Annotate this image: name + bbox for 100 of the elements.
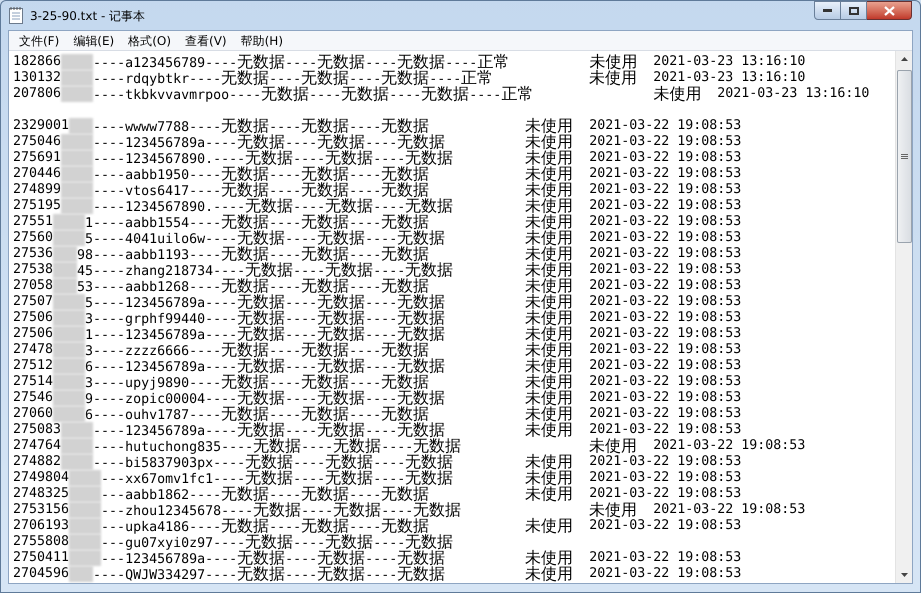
line-text: ----bi5837903px----无数据----无数据----无数据 — [93, 454, 454, 471]
menu-item[interactable]: 查看(V) — [178, 32, 234, 50]
redaction-mask — [61, 182, 94, 198]
timestamp-text: 2021-03-22 19:08:53 — [589, 230, 742, 246]
status-text: 未使用 — [589, 70, 638, 88]
vertical-scrollbar[interactable] — [895, 51, 912, 583]
redaction-mask — [69, 502, 102, 518]
timestamp-text: 2021-03-22 19:08:53 — [589, 406, 742, 422]
scrollbar-thumb[interactable] — [897, 70, 912, 243]
redaction-mask — [53, 342, 86, 358]
status-text: 未使用 — [525, 518, 574, 536]
line-text: ---upka4186----无数据----无数据----无数据 — [101, 518, 430, 535]
status-text: 未使用 — [525, 198, 574, 215]
line-text: 274899 — [13, 182, 62, 198]
line-text: ---gu07xyi0z97----无数据----无数据----无数据 — [101, 534, 454, 551]
line-text: 27506 — [13, 310, 54, 326]
redaction-mask — [53, 406, 86, 422]
line-text: 9----zopic00004----无数据----无数据----无数据 — [85, 390, 446, 407]
timestamp-text: 2021-03-22 19:08:53 — [589, 470, 742, 486]
status-text: 未使用 — [525, 166, 574, 183]
menu-item[interactable]: 编辑(E) — [66, 32, 122, 50]
line-text: 98----aabb1193----无数据----无数据----无数据 — [77, 246, 430, 263]
line-text: 27536 — [13, 246, 54, 262]
redaction-mask — [53, 246, 78, 262]
scroll-down-icon[interactable] — [900, 573, 908, 577]
menu-item[interactable]: 文件(F) — [12, 32, 66, 50]
timestamp-text: 2021-03-22 19:08:53 — [589, 550, 742, 566]
redaction-mask — [61, 422, 94, 438]
line-text: 275083 — [13, 422, 62, 438]
line-text: 27546 — [13, 390, 54, 406]
redaction-mask — [61, 134, 94, 150]
redaction-mask — [69, 470, 102, 486]
redaction-mask — [53, 390, 86, 406]
redaction-mask — [53, 230, 86, 246]
timestamp-text: 2021-03-22 19:08:53 — [589, 486, 742, 502]
line-text: 2750411 — [13, 550, 70, 566]
line-text: 3----grphf99440----无数据----无数据----无数据 — [85, 310, 446, 327]
line-text: 3----upyj9890----无数据----无数据----无数据 — [85, 374, 430, 391]
redaction-mask — [69, 518, 102, 534]
status-text: 未使用 — [525, 374, 574, 391]
redaction-mask — [61, 150, 94, 166]
line-text: ----123456789a----无数据----无数据----无数据 — [93, 134, 446, 151]
status-text: 未使用 — [525, 470, 574, 487]
line-text: ---123456789a----无数据----无数据----无数据 — [101, 550, 446, 567]
line-text: 2704596 — [13, 566, 70, 582]
close-icon — [884, 6, 894, 16]
line-text: ----123456789a----无数据----无数据----无数据 — [93, 422, 446, 439]
redaction-mask — [53, 262, 78, 278]
line-text: ---aabb1862----无数据----无数据----无数据 — [101, 486, 430, 503]
line-text: 45----zhang218734----无数据----无数据----无数据 — [77, 262, 454, 279]
line-text: 274764 — [13, 438, 62, 454]
status-text: 未使用 — [525, 134, 574, 151]
line-text: ----hutuchong835----无数据----无数据----无数据 — [93, 438, 462, 455]
status-text: 未使用 — [589, 502, 638, 519]
status-text: 未使用 — [525, 406, 574, 423]
timestamp-text: 2021-03-22 19:08:53 — [589, 278, 742, 294]
status-text: 未使用 — [525, 214, 574, 231]
line-text: 2755808 — [13, 534, 70, 550]
minimize-button[interactable] — [814, 1, 841, 20]
line-text: 182866 — [13, 54, 62, 70]
line-text: 6----ouhv1787----无数据----无数据----无数据 — [85, 406, 430, 423]
line-text: 27514 — [13, 374, 54, 390]
line-text: 2329001 — [13, 118, 70, 134]
timestamp-text: 2021-03-22 19:08:53 — [589, 134, 742, 150]
line-text: ----1234567890.----无数据----无数据----无数据 — [93, 150, 454, 167]
menu-item[interactable]: 帮助(H) — [234, 32, 290, 50]
line-text: 27551 — [13, 214, 54, 230]
notepad-icon — [9, 7, 23, 24]
timestamp-text: 2021-03-22 19:08:53 — [589, 390, 742, 406]
close-button[interactable] — [867, 1, 912, 20]
status-text: 未使用 — [525, 342, 574, 359]
scroll-up-icon[interactable] — [900, 57, 908, 61]
line-text: 130132 — [13, 70, 62, 86]
line-text: 27512 — [13, 358, 54, 374]
redaction-mask — [61, 54, 94, 70]
timestamp-text: 2021-03-23 13:16:10 — [717, 86, 870, 102]
status-text: 未使用 — [525, 390, 574, 407]
maximize-button[interactable] — [841, 1, 867, 20]
line-text: 5----123456789a----无数据----无数据----无数据 — [85, 294, 446, 311]
line-text: 1----aabb1554----无数据----无数据----无数据 — [85, 214, 430, 231]
line-text: 27506 — [13, 326, 54, 342]
timestamp-text: 2021-03-22 19:08:53 — [589, 294, 742, 310]
redaction-mask — [69, 566, 94, 582]
status-text: 未使用 — [525, 230, 574, 247]
line-text: 27478 — [13, 342, 54, 358]
line-text: ----1234567890.----无数据----无数据----无数据 — [93, 198, 454, 215]
timestamp-text: 2021-03-22 19:08:53 — [589, 374, 742, 390]
timestamp-text: 2021-03-22 19:08:53 — [589, 166, 742, 182]
line-text: 2753156 — [13, 502, 70, 518]
line-text: 275046 — [13, 134, 62, 150]
line-text: 27058 — [13, 278, 54, 294]
timestamp-text: 2021-03-22 19:08:53 — [589, 198, 742, 214]
grip-icon — [901, 154, 908, 159]
line-text: ----wwww7788----无数据----无数据----无数据 — [93, 118, 430, 135]
line-text: 275691 — [13, 150, 62, 166]
line-text: 27507 — [13, 294, 54, 310]
redaction-mask — [61, 166, 94, 182]
redaction-mask — [69, 486, 102, 502]
redaction-mask — [61, 86, 94, 102]
menu-item[interactable]: 格式(O) — [121, 32, 178, 50]
